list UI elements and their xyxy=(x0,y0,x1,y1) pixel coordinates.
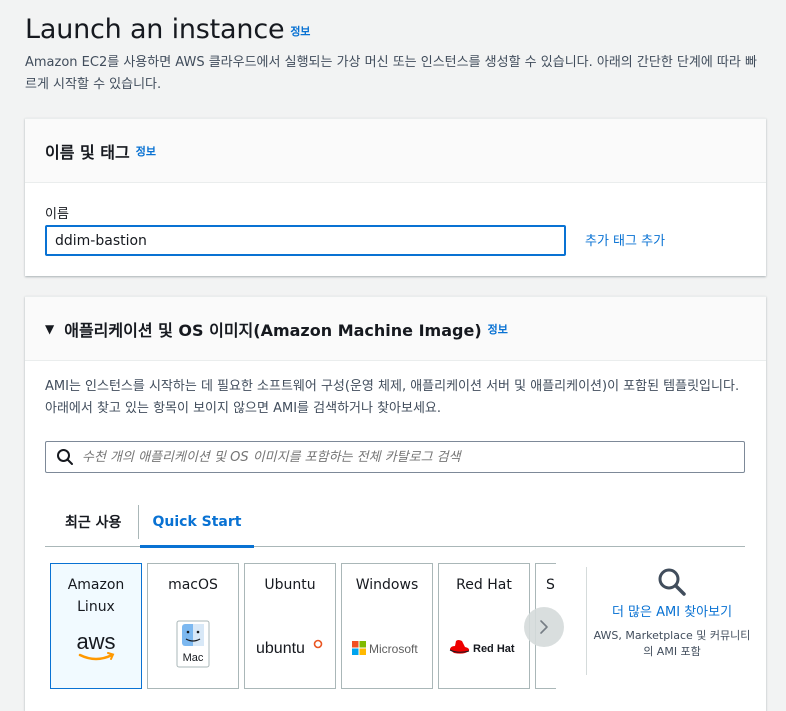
ami-card-ubuntu[interactable]: Ubuntu ubuntu xyxy=(244,563,336,689)
microsoft-logo-text: Microsoft xyxy=(369,642,418,656)
ami-search-box[interactable] xyxy=(45,441,745,473)
microsoft-logo: Microsoft xyxy=(342,628,432,668)
ami-description: AMI는 인스턴스를 시작하는 데 필요한 소프트웨어 구성(운영 체제, 애플… xyxy=(45,379,740,416)
chevron-right-icon xyxy=(540,620,548,634)
name-tags-header: 이름 및 태그 정보 xyxy=(25,119,766,183)
redhat-logo: Red Hat xyxy=(439,628,529,668)
browse-divider xyxy=(586,567,587,675)
ami-header[interactable]: ▼ 애플리케이션 및 OS 이미지(Amazon Machine Image) … xyxy=(25,297,766,361)
card-label: Red Hat xyxy=(456,577,512,593)
redhat-logo-text: Red Hat xyxy=(473,643,515,655)
magnifier-icon xyxy=(658,568,686,596)
browse-more-amis-description: AWS, Marketplace 및 커뮤니티의 AMI 포함 xyxy=(593,629,751,658)
ubuntu-logo: ubuntu xyxy=(245,628,335,668)
ami-tabs: 최근 사용 Quick Start xyxy=(45,497,745,548)
ami-cards: Amazon Linux aws macOS Mac Ubuntu ubuntu… xyxy=(50,563,556,689)
ubuntu-logo-text: ubuntu xyxy=(256,640,305,657)
finder-icon: Mac xyxy=(148,620,238,668)
browse-more-amis-link[interactable]: 더 많은 AMI 찾아보기 xyxy=(592,601,752,620)
search-icon xyxy=(57,449,73,465)
card-label: macOS xyxy=(168,577,218,593)
tab-divider xyxy=(138,505,139,539)
card-label: Ubuntu xyxy=(264,577,316,593)
page-description: Amazon EC2를 사용하면 AWS 클라우드에서 실행되는 가상 머신 또… xyxy=(25,55,757,92)
card-label: Windows xyxy=(355,577,419,593)
aws-logo: aws xyxy=(51,628,141,668)
ami-search-input[interactable] xyxy=(82,449,722,465)
tab-recent[interactable]: 최근 사용 xyxy=(65,497,121,547)
page-title-text: Launch an instance xyxy=(25,14,285,45)
tab-quick-start[interactable]: Quick Start xyxy=(140,497,254,548)
ami-info-link[interactable]: 정보 xyxy=(488,321,508,337)
page-info-link[interactable]: 정보 xyxy=(290,25,310,38)
mac-logo-text: Mac xyxy=(183,652,204,664)
next-cards-button[interactable] xyxy=(524,607,564,647)
ami-title: 애플리케이션 및 OS 이미지(Amazon Machine Image) xyxy=(64,320,482,340)
ami-card-amazon-linux[interactable]: Amazon Linux aws xyxy=(50,563,142,689)
ami-card-macos[interactable]: macOS Mac xyxy=(147,563,239,689)
name-label: 이름 xyxy=(45,207,69,222)
aws-logo-text: aws xyxy=(76,631,115,654)
browse-more-amis: 더 많은 AMI 찾아보기 AWS, Marketplace 및 커뮤니티의 A… xyxy=(592,567,752,660)
page-title: Launch an instance 정보 xyxy=(25,14,310,45)
name-tags-panel: 이름 및 태그 정보 이름 추가 태그 추가 xyxy=(25,118,766,276)
name-tags-info-link[interactable]: 정보 xyxy=(136,143,156,159)
card-label: SU xyxy=(546,577,556,593)
name-tags-title: 이름 및 태그 xyxy=(45,142,130,162)
ami-card-red-hat[interactable]: Red Hat Red Hat xyxy=(438,563,530,689)
name-input[interactable] xyxy=(45,225,566,256)
add-tags-link[interactable]: 추가 태그 추가 xyxy=(585,230,665,249)
ami-panel: ▼ 애플리케이션 및 OS 이미지(Amazon Machine Image) … xyxy=(25,296,766,711)
caret-down-icon[interactable]: ▼ xyxy=(45,322,54,336)
ami-card-windows[interactable]: Windows Microsoft xyxy=(341,563,433,689)
card-label: Amazon Linux xyxy=(67,577,125,615)
